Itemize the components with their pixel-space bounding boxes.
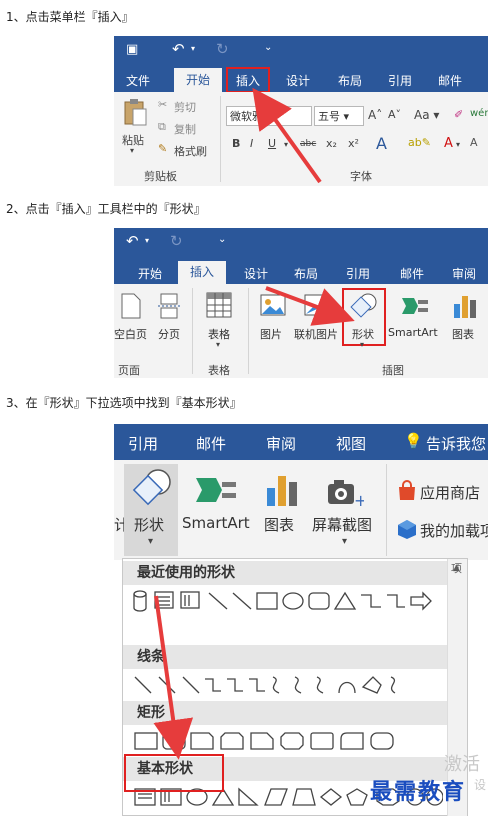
screenshot-2: ↶ ▾ ↻ ⌄ 开始 插入 设计 布局 引用 邮件 审阅 空白页 分页 页面 表… (114, 228, 488, 378)
watermark-brand: 最需教育 (370, 779, 467, 805)
watermark-activate: 激活 (444, 754, 480, 775)
step-3-caption: 3、在『形状』下拉选项中找到『基本形状』 (6, 396, 242, 410)
step-1-caption: 1、点击菜单栏『插入』 (6, 10, 134, 24)
screenshot-3: 引用 邮件 审阅 视图 💡 告诉我您 计 形状 ▾ SmartArt 图表 + … (114, 424, 488, 816)
pointer-arrow (252, 87, 322, 184)
step-2-caption: 2、点击『插入』工具栏中的『形状』 (6, 202, 206, 216)
pointer-arrow (153, 595, 194, 760)
screenshot-1: ▣ ↶ ▾ ↻ ⌄ 文件 开始 插入 设计 布局 引用 邮件 粘贴 ▾ ✂ 剪切… (114, 36, 488, 186)
pointer-arrow (265, 286, 355, 326)
watermark-tail: 设 (474, 778, 487, 792)
